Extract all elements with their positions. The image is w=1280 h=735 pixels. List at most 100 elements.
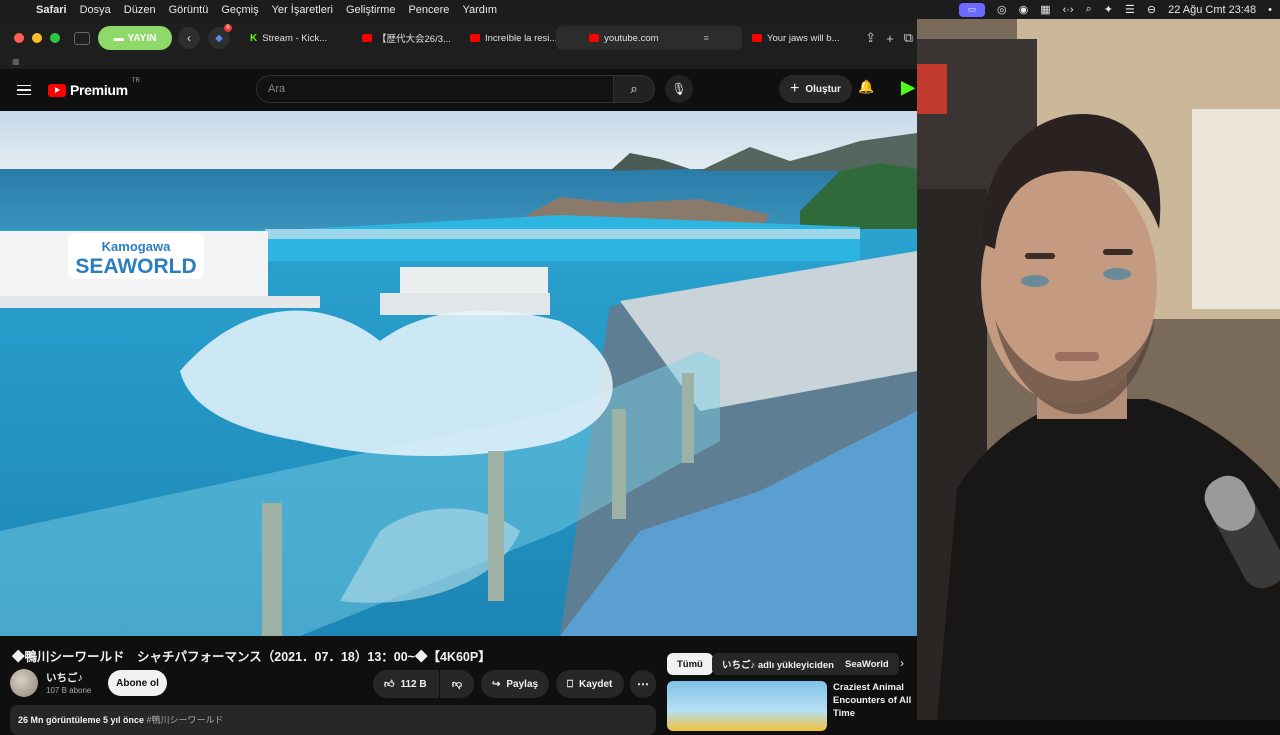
channel-avatar[interactable] xyxy=(10,669,38,697)
favorites-grid-icon[interactable]: ▦ xyxy=(12,57,20,66)
search-box xyxy=(256,75,614,103)
youtube-premium-logo[interactable]: Premium TR xyxy=(48,78,140,98)
menu-app-safari[interactable]: Safari xyxy=(36,4,67,16)
menubar-clock[interactable]: 22 Ağu Cmt 23:48 xyxy=(1168,4,1256,16)
views-and-date: 26 Mn görüntüleme 5 yıl önce xyxy=(18,715,145,725)
share-page-icon[interactable]: ⇪ xyxy=(865,30,876,46)
tab-overview-icon[interactable]: ⧉ xyxy=(904,30,913,46)
video-frame: Kamogawa SEAWORLD xyxy=(0,111,917,636)
fullscreen-window-icon[interactable] xyxy=(50,33,60,43)
more-actions-button[interactable]: ⋯ xyxy=(630,670,656,698)
related-video-title[interactable]: Craziest Animal Encounters of All Time xyxy=(833,681,917,720)
youtube-masthead: Premium TR ⌕ 🎙 + Oluştur 🔔 ▶ xyxy=(0,69,917,111)
menu-goruntu[interactable]: Görüntü xyxy=(169,4,209,16)
window-controls xyxy=(14,33,60,43)
tab-youtube-1[interactable]: 【歴代大会26/3... xyxy=(352,26,460,50)
video-title: ◆鴨川シーワールド シャチパフォーマンス（2021．07．18）13：00~◆【… xyxy=(12,650,491,664)
control-center-icon[interactable]: ☰ xyxy=(1125,3,1135,16)
menu-gecmis[interactable]: Geçmiş xyxy=(221,4,258,16)
share-button[interactable]: ↪ Paylaş xyxy=(481,670,549,698)
youtube-icon xyxy=(589,34,600,42)
notifications-bell-icon[interactable]: 🔔 xyxy=(858,79,874,95)
region-code: TR xyxy=(131,78,140,84)
profile-chat-icon: ▬ xyxy=(113,32,124,44)
creative-cloud-icon[interactable]: ◎ xyxy=(997,3,1007,16)
like-count: 112 B xyxy=(400,678,427,690)
focus-icon[interactable]: ⊖ xyxy=(1147,3,1156,16)
search-button[interactable]: ⌕ xyxy=(613,75,655,103)
youtube-icon xyxy=(470,34,480,42)
search-icon: ⌕ xyxy=(630,81,638,96)
profile-switcher-button[interactable]: ▬ YAYIN xyxy=(98,26,172,50)
microphone-icon: 🎙 xyxy=(671,82,687,96)
seaworld-sign-line2: SEAWORLD xyxy=(75,255,196,278)
share-arrow-icon: ↪ xyxy=(492,678,501,690)
menu-yardim[interactable]: Yardım xyxy=(462,4,497,16)
menu-dosya[interactable]: Dosya xyxy=(80,4,111,16)
sidebar-toggle-icon[interactable] xyxy=(74,31,90,45)
menu-pencere[interactable]: Pencere xyxy=(408,4,449,16)
menu-gelistirme[interactable]: Geliştirme xyxy=(346,4,396,16)
dislike-button[interactable]: 👎︎ xyxy=(440,670,474,698)
like-button[interactable]: 👍︎ 112 B xyxy=(373,670,439,698)
code-icon[interactable]: ‹·› xyxy=(1063,4,1074,16)
menu-yer-isaretleri[interactable]: Yer İşaretleri xyxy=(272,4,333,16)
profile-label: YAYIN xyxy=(127,32,157,44)
youtube-icon xyxy=(362,34,372,42)
record-icon[interactable]: ◉ xyxy=(1019,3,1029,16)
chip-all[interactable]: Tümü xyxy=(667,653,713,675)
account-avatar[interactable]: ▶ xyxy=(901,77,915,99)
voice-search-button[interactable]: 🎙 xyxy=(665,75,693,103)
notification-dot-icon[interactable]: • xyxy=(1268,4,1272,16)
tab-youtube-active[interactable]: youtube.com ≡ xyxy=(556,26,742,50)
tab-youtube-2[interactable]: Increíble la resi... xyxy=(460,26,556,50)
tab-bar: K Stream - Kick... 【歴代大会26/3... Increíbl… xyxy=(240,26,846,50)
subscribe-button[interactable]: Abone ol xyxy=(108,670,167,696)
tab-label: Stream - Kick... xyxy=(262,32,328,44)
chevron-left-icon: ‹ xyxy=(187,31,191,45)
bookmark-icon: ⎕ xyxy=(567,678,573,690)
search-input[interactable] xyxy=(268,83,613,95)
minimize-window-icon[interactable] xyxy=(32,33,42,43)
hashtag[interactable]: #鴨川シーワールド xyxy=(144,715,224,725)
logo-text: Premium xyxy=(70,82,128,98)
app-grid-icon[interactable]: ▦ xyxy=(1040,3,1050,16)
kick-icon: K xyxy=(250,32,258,44)
webcam-feed xyxy=(917,19,1280,720)
spotlight-search-icon[interactable]: ⌕ xyxy=(1086,3,1092,16)
page-menu-icon[interactable]: ≡ xyxy=(704,33,709,43)
youtube-logo-icon xyxy=(48,83,66,97)
subscriber-count: 107 B abone xyxy=(46,686,92,695)
create-button[interactable]: + Oluştur xyxy=(779,75,852,103)
chevron-right-icon[interactable]: › xyxy=(900,656,904,670)
save-button[interactable]: ⎕ Kaydet xyxy=(556,670,624,698)
macos-menu-bar: Safari Dosya Düzen Görüntü Geçmiş Yer İş… xyxy=(0,0,1280,19)
close-window-icon[interactable] xyxy=(14,33,24,43)
thumbs-up-icon: 👍︎ xyxy=(384,679,395,690)
screen-mirroring-icon[interactable]: ▭ xyxy=(958,2,985,17)
more-dots-icon: ⋯ xyxy=(637,677,649,691)
tab-kick-stream[interactable]: K Stream - Kick... xyxy=(240,26,352,50)
back-button[interactable]: ‹ xyxy=(178,27,200,49)
tab-label: youtube.com xyxy=(604,32,659,44)
tab-label: Your jaws will b... xyxy=(767,32,840,44)
thumbs-down-icon: 👎︎ xyxy=(451,679,463,690)
description-box[interactable]: 26 Mn görüntüleme 5 yıl önce #鴨川シーワールド xyxy=(10,705,656,735)
tab-label: 【歴代大会26/3... xyxy=(377,34,451,45)
extension-button[interactable]: ◆ 6 xyxy=(208,24,232,49)
video-player[interactable]: Kamogawa SEAWORLD xyxy=(0,111,917,636)
channel-name[interactable]: いちご♪ xyxy=(46,670,83,685)
chip-from-uploader[interactable]: いちご♪ adlı yükleyiciden xyxy=(712,653,844,675)
chip-seaworld[interactable]: SeaWorld xyxy=(835,653,899,675)
new-tab-icon[interactable]: + xyxy=(886,31,894,46)
related-video-thumbnail[interactable] xyxy=(667,681,827,731)
webcam-overlay xyxy=(917,19,1280,720)
sparkle-icon[interactable]: ✦ xyxy=(1104,3,1113,16)
menu-duzen[interactable]: Düzen xyxy=(124,4,156,16)
share-label: Paylaş xyxy=(506,678,539,690)
seaworld-sign-line1: Kamogawa xyxy=(102,239,171,254)
guide-menu-icon[interactable] xyxy=(17,84,31,96)
tab-youtube-3[interactable]: Your jaws will b... xyxy=(742,26,846,50)
toolbar-right-actions: ⇪ + ⧉ xyxy=(865,19,917,57)
safari-toolbar: ▬ YAYIN ‹ ◆ 6 K Stream - Kick... 【歴代大会26… xyxy=(0,19,917,57)
